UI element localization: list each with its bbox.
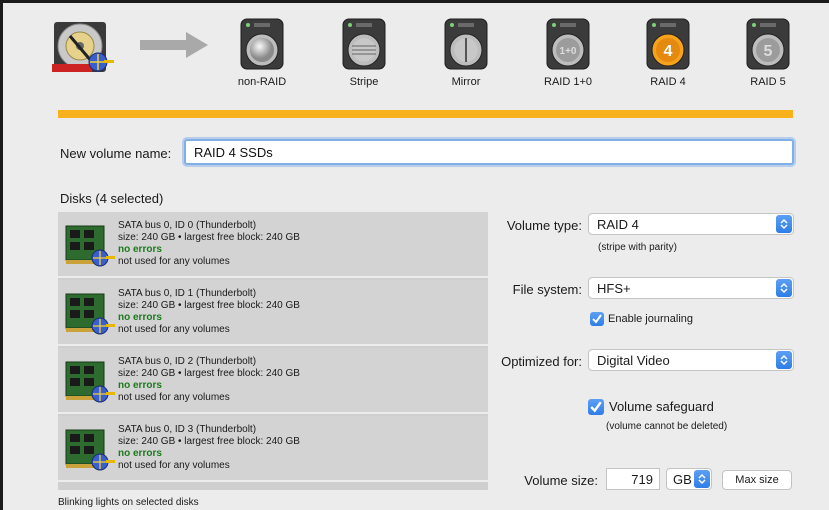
disk-list: SATA bus 0, ID 0 (Thunderbolt) size: 240 … (58, 212, 488, 490)
file-system-value: HFS+ (597, 281, 631, 296)
volume-type-value: RAID 4 (597, 217, 639, 232)
volume-type-select[interactable]: RAID 4 (588, 213, 794, 235)
volume-name-label: New volume name: (60, 146, 172, 161)
chevron-updown-icon (776, 215, 792, 233)
optimized-for-label: Optimized for: (501, 354, 582, 369)
raid-glyph: 4 (664, 43, 673, 60)
raid-disk-icon: 1+0 (546, 18, 590, 70)
disk-name: SATA bus 0, ID 2 (Thunderbolt) (118, 356, 257, 367)
raid-option-non-raid[interactable]: non-RAID (226, 18, 298, 88)
checkmark-icon (592, 314, 602, 324)
volume-safeguard-label: Volume safeguard (609, 399, 714, 414)
disk-status: no errors (118, 244, 162, 255)
disk-row[interactable]: SATA bus 0, ID 1 (Thunderbolt) size: 240 … (58, 280, 488, 346)
chevron-updown-icon (776, 279, 792, 297)
disk-row[interactable]: SATA bus 0, ID 2 (Thunderbolt) size: 240 … (58, 348, 488, 414)
disk-usage: not used for any volumes (118, 392, 230, 403)
disk-size: size: 240 GB • largest free block: 240 G… (118, 300, 300, 311)
raid-option-label: Stripe (349, 76, 379, 88)
disk-row[interactable]: SATA bus 0, ID 3 (Thunderbolt) size: 240 … (58, 416, 488, 482)
optimized-for-select[interactable]: Digital Video (588, 349, 794, 371)
disk-usage: not used for any volumes (118, 460, 230, 471)
selection-indicator-bar (58, 110, 793, 118)
disk-name: SATA bus 0, ID 1 (Thunderbolt) (118, 288, 257, 299)
disk-usage: not used for any volumes (118, 324, 230, 335)
raid-disk-icon: 5 (746, 18, 790, 70)
arrow-right-icon (140, 30, 210, 60)
volume-size-unit-select[interactable]: GB (666, 468, 712, 490)
volume-size-unit: GB (673, 472, 692, 487)
checkmark-icon (590, 401, 602, 413)
hard-disk-icon (52, 16, 114, 76)
raid-disk-icon (240, 18, 284, 70)
disk-usage: not used for any volumes (118, 256, 230, 267)
disks-title: Disks (4 selected) (60, 191, 164, 206)
raid-option-label: RAID 1+0 (544, 76, 592, 88)
raid-disk-icon (342, 18, 386, 70)
raid-option-stripe[interactable]: Stripe (328, 18, 400, 88)
volume-size-label: Volume size: (524, 473, 598, 488)
file-system-label: File system: (512, 282, 582, 297)
raid-option-label: RAID 5 (750, 76, 786, 88)
disk-status: no errors (118, 380, 162, 391)
ssd-disk-icon (65, 429, 115, 471)
disk-size: size: 240 GB • largest free block: 240 G… (118, 368, 300, 379)
raid-disk-icon: 4 (646, 18, 690, 70)
volume-size-input[interactable]: 719 (606, 468, 660, 490)
optimized-for-value: Digital Video (597, 353, 670, 368)
disk-name: SATA bus 0, ID 0 (Thunderbolt) (118, 220, 257, 231)
raid-option-raid-5[interactable]: 5 RAID 5 (732, 18, 804, 88)
volume-safeguard-checkbox[interactable] (588, 399, 604, 415)
disk-row[interactable]: SATA bus 0, ID 0 (Thunderbolt) size: 240 … (58, 212, 488, 278)
raid-option-raid-4[interactable]: 4 RAID 4 (632, 18, 704, 88)
window-left-border (0, 0, 3, 510)
enable-journaling-label: Enable journaling (608, 313, 694, 325)
volume-name-input[interactable] (184, 139, 794, 165)
disk-status: no errors (118, 448, 162, 459)
disk-status: no errors (118, 312, 162, 323)
disk-name: SATA bus 0, ID 3 (Thunderbolt) (118, 424, 257, 435)
enable-journaling-checkbox[interactable] (590, 312, 604, 326)
window-top-border (0, 0, 829, 3)
ssd-disk-icon (65, 361, 115, 403)
raid-option-mirror[interactable]: Mirror (430, 18, 502, 88)
ssd-disk-icon (65, 225, 115, 267)
raid-option-label: RAID 4 (650, 76, 686, 88)
chevron-updown-icon (694, 470, 710, 488)
raid-glyph: 1+0 (560, 46, 577, 57)
volume-type-label: Volume type: (506, 218, 582, 233)
volume-type-note: (stripe with parity) (598, 242, 677, 253)
chevron-updown-icon (776, 351, 792, 369)
disk-size: size: 240 GB • largest free block: 240 G… (118, 232, 300, 243)
raid-disk-icon (444, 18, 488, 70)
blinking-lights-label: Blinking lights on selected disks (58, 497, 199, 508)
raid-option-label: Mirror (451, 76, 481, 88)
ssd-disk-icon (65, 293, 115, 335)
raid-option-raid-1-0[interactable]: 1+0 RAID 1+0 (532, 18, 604, 88)
volume-safeguard-note: (volume cannot be deleted) (606, 421, 728, 432)
file-system-select[interactable]: HFS+ (588, 277, 794, 299)
raid-option-label: non-RAID (237, 76, 287, 88)
disk-size: size: 240 GB • largest free block: 240 G… (118, 436, 300, 447)
max-size-button[interactable]: Max size (722, 470, 792, 490)
raid-glyph: 5 (764, 43, 773, 60)
